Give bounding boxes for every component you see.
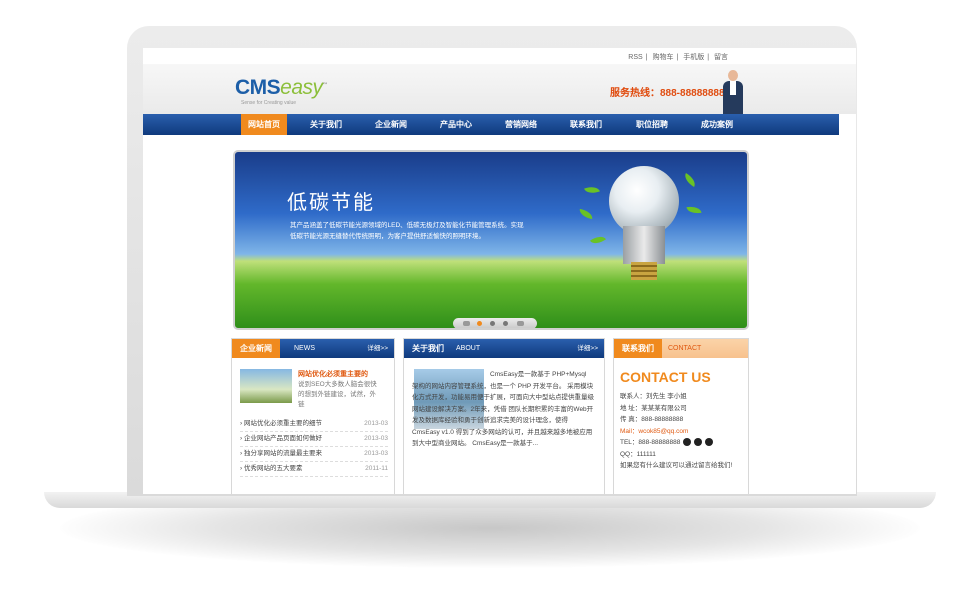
top-links: RSS | 购物车 | 手机版 | 留言 — [628, 54, 728, 61]
contact-person: 联系人：刘先生 李小姐 — [620, 393, 687, 400]
news-more-link[interactable]: 详细>> — [367, 339, 388, 358]
contact-fax: 传 真：888-88888888 — [620, 416, 684, 423]
service-hotline: 服务热线：888-88888888 — [610, 88, 725, 99]
news-featured-desc: 说到SEO大多数人脑会很快的想到外链建设，试然，外链 — [298, 381, 377, 408]
banner-description: 其产品涵盖了低碳节能光源领域的LED、低碳无极灯及智能化节能管理系统。实现低碳节… — [290, 222, 524, 240]
slider-dot-3[interactable] — [503, 321, 508, 326]
contact-note: 如果您有什么建议可以通过留言给我们! — [620, 462, 733, 469]
contact-details: 联系人：刘先生 李小姐 地 址：某某某有限公司 传 真：888-88888888… — [620, 391, 732, 472]
led-bulb-image — [578, 166, 702, 286]
about-tag: 关于我们 — [412, 344, 444, 353]
contact-mail[interactable]: Mail：wcok85@qq.com — [620, 426, 732, 438]
slider-dot-2[interactable] — [490, 321, 495, 326]
top-link-cart[interactable]: 购物车 — [652, 54, 673, 61]
contact-en: CONTACT — [668, 345, 702, 352]
top-link-rss[interactable]: RSS — [628, 54, 642, 61]
website-screen: RSS | 购物车 | 手机版 | 留言 CMSeasy™ Sense for Cre… — [143, 48, 856, 494]
logo-tm: ™ — [322, 82, 328, 88]
contact-us-heading: CONTACT US — [620, 369, 711, 385]
slider-prev-icon[interactable] — [463, 321, 470, 326]
slider-next-icon[interactable] — [517, 321, 524, 326]
banner-title: 低碳节能 — [287, 192, 375, 214]
contact-panel: 联系我们 CONTACT CONTACT US 联系人：刘先生 李小姐 地 址：… — [613, 338, 749, 494]
news-row[interactable]: › 独分享网站的流量最主要来 2013-03 — [240, 447, 388, 462]
about-en: ABOUT — [456, 345, 481, 352]
main-nav: 网站首页 关于我们 企业新闻 产品中心 营销网络 联系我们 职位招聘 成功案例 — [143, 114, 839, 135]
about-panel: 关于我们 ABOUT 详细>> CmsEasy是一款基于 PHP+Mysql 架… — [403, 338, 605, 494]
qq-icon[interactable] — [694, 438, 703, 447]
contact-tel-row: TEL：888-88888888 — [620, 437, 732, 449]
contact-panel-header: 联系我们 CONTACT — [614, 339, 748, 358]
nav-about[interactable]: 关于我们 — [303, 114, 349, 135]
nav-network[interactable]: 营销网络 — [498, 114, 544, 135]
news-panel-header: 企业新闻 NEWS 详细>> — [232, 339, 394, 358]
news-row[interactable]: › 优秀网站的五大要素 2011-11 — [240, 462, 388, 477]
logo-slogan: Sense for Creating value — [241, 100, 297, 106]
about-text: CmsEasy是一款基于 PHP+Mysql 架构的网站内容管理系统，也是一个 … — [412, 371, 594, 447]
site-header: CMSeasy™ Sense for Creating value 服务热线：8… — [143, 64, 856, 114]
hero-banner[interactable]: 低碳节能 其产品涵盖了低碳节能光源领域的LED、低碳无极灯及智能化节能管理系统。… — [233, 150, 749, 330]
logo-main: CMS — [235, 76, 281, 99]
contact-tag: 联系我们 — [614, 339, 662, 358]
contact-address: 地 址：某某某有限公司 — [620, 404, 687, 412]
news-list: › 网站优化必须重主要的细节 2013-03 › 企业网站产品页面如何做好 2013… — [240, 417, 388, 477]
news-row[interactable]: › 企业网站产品页面如何做好 2013-03 — [240, 432, 388, 447]
about-more-link[interactable]: 详细>> — [577, 339, 598, 358]
qq-icon[interactable] — [705, 438, 714, 447]
nav-cases[interactable]: 成功案例 — [694, 114, 740, 135]
news-thumbnail[interactable] — [240, 369, 292, 403]
slider-pagination[interactable] — [453, 318, 537, 328]
nav-jobs[interactable]: 职位招聘 — [629, 114, 675, 135]
customer-service-figure — [721, 68, 745, 114]
contact-tel: TEL：888-88888888 — [620, 439, 681, 446]
qq-icon[interactable] — [683, 438, 692, 447]
top-link-message[interactable]: 留言 — [714, 54, 728, 61]
nav-home[interactable]: 网站首页 — [241, 114, 287, 135]
slider-dot-1[interactable] — [477, 321, 482, 326]
top-link-mobile[interactable]: 手机版 — [683, 54, 704, 61]
news-featured-title[interactable]: 网站优化必须重主要的 — [298, 369, 368, 379]
nav-news[interactable]: 企业新闻 — [368, 114, 414, 135]
news-tag: 企业新闻 — [232, 339, 280, 358]
nav-contact[interactable]: 联系我们 — [563, 114, 609, 135]
about-panel-header: 关于我们 ABOUT 详细>> — [404, 339, 604, 358]
contact-qq: QQ：111111 — [620, 450, 656, 458]
site-logo[interactable]: CMSeasy™ — [235, 76, 327, 100]
news-row[interactable]: › 网站优化必须重主要的细节 2013-03 — [240, 417, 388, 432]
nav-products[interactable]: 产品中心 — [433, 114, 479, 135]
news-panel: 企业新闻 NEWS 详细>> 网站优化必须重主要的 说到SEO大多数人脑会很快的… — [231, 338, 395, 494]
top-bar: RSS | 购物车 | 手机版 | 留言 — [143, 48, 856, 64]
logo-accent: easy — [280, 76, 323, 99]
news-en: NEWS — [294, 345, 315, 352]
